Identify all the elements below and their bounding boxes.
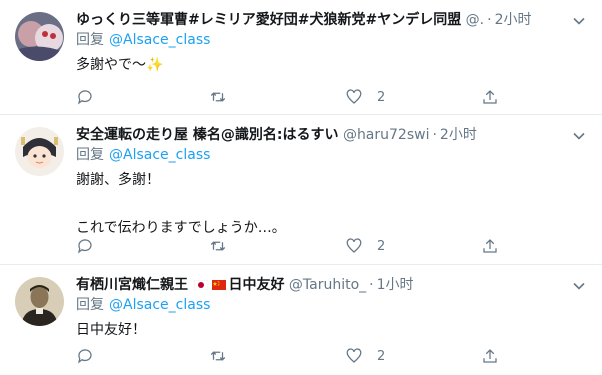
- display-name[interactable]: 有栖川宮熾仁親王: [76, 277, 188, 293]
- tweet-header: 安全運転の走り屋 榛名@識別名:はるすい @haru72swi · 2小时: [76, 127, 477, 143]
- user-handle[interactable]: @haru72swi: [343, 127, 430, 143]
- reply-mention-link[interactable]: @Alsace_class: [109, 32, 210, 48]
- reply-context: 回复 @Alsace_class: [76, 295, 590, 315]
- heart-icon: [346, 238, 362, 253]
- retweet-icon: [210, 92, 226, 102]
- japan-flag-icon: [194, 280, 209, 290]
- display-name[interactable]: ゆっくり三等軍曹#レミリア愛好団#犬狼新党#ヤンデレ同盟: [76, 12, 461, 28]
- heart-icon: [346, 348, 362, 363]
- reply-context: 回复 @Alsace_class: [76, 30, 590, 50]
- tweet-text: 多謝やで～✨: [76, 57, 164, 73]
- retweet-icon: [210, 351, 226, 361]
- reply-label: 回复: [76, 297, 104, 313]
- tweet-text: 日中友好！: [76, 322, 146, 338]
- tweet-actions: 2: [76, 236, 506, 256]
- timestamp[interactable]: 1小时: [377, 277, 414, 293]
- reply-icon: [78, 90, 92, 105]
- display-name-suffix[interactable]: 日中友好: [228, 277, 284, 293]
- reply-mention-link[interactable]: @Alsace_class: [109, 297, 210, 313]
- share-button[interactable]: [481, 87, 499, 107]
- like-button[interactable]: 2: [345, 346, 385, 366]
- share-icon: [483, 349, 497, 363]
- like-count: 2: [377, 348, 386, 364]
- share-button[interactable]: [481, 346, 499, 366]
- reply-context: 回复 @Alsace_class: [76, 145, 590, 165]
- reply-mention-link[interactable]: @Alsace_class: [109, 147, 210, 163]
- like-count: 2: [377, 238, 386, 254]
- reply-button[interactable]: [76, 346, 108, 366]
- tweet-item[interactable]: 有栖川宮熾仁親王 日中友好 @Taruhito_ · 1小时 回复 @Alsace_c…: [0, 265, 602, 375]
- tweet-actions: 2: [76, 346, 506, 366]
- tweet-header: 有栖川宮熾仁親王 日中友好 @Taruhito_ · 1小时: [76, 277, 414, 293]
- user-handle[interactable]: @Taruhito_: [289, 277, 366, 293]
- timestamp[interactable]: 2小时: [440, 127, 477, 143]
- tweet-item[interactable]: 安全運転の走り屋 榛名@識別名:はるすい @haru72swi · 2小时 回复 @A…: [0, 115, 602, 265]
- user-handle[interactable]: @.: [466, 12, 484, 28]
- share-button[interactable]: [481, 236, 499, 256]
- tweet-header: ゆっくり三等軍曹#レミリア愛好団#犬狼新党#ヤンデレ同盟 @. · 2小时: [76, 12, 532, 28]
- tweet-actions: 2: [76, 87, 506, 107]
- tweet-text: 謝謝、多謝！ これで伝わりますでしょうか…。: [76, 172, 286, 236]
- avatar[interactable]: [15, 12, 64, 61]
- reply-icon: [78, 349, 92, 364]
- tweet-item[interactable]: ゆっくり三等軍曹#レミリア愛好団#犬狼新党#ヤンデレ同盟 @. · 2小时 回复 @A…: [0, 0, 602, 115]
- retweet-button[interactable]: [209, 346, 241, 366]
- share-icon: [483, 90, 497, 104]
- avatar[interactable]: [15, 127, 64, 176]
- reply-icon: [78, 239, 92, 254]
- reply-label: 回复: [76, 32, 104, 48]
- like-button[interactable]: 2: [345, 87, 385, 107]
- timestamp[interactable]: 2小时: [495, 12, 532, 28]
- retweet-icon: [210, 241, 226, 251]
- heart-icon: [346, 89, 362, 104]
- avatar[interactable]: [15, 277, 64, 326]
- like-count: 2: [377, 89, 386, 105]
- china-flag-icon: [212, 280, 227, 290]
- retweet-button[interactable]: [209, 236, 241, 256]
- share-icon: [483, 239, 497, 253]
- anime-character-avatar-icon: [15, 12, 64, 61]
- like-button[interactable]: 2: [345, 236, 385, 256]
- reply-label: 回复: [76, 147, 104, 163]
- retweet-button[interactable]: [209, 87, 241, 107]
- historical-portrait-avatar-icon: [15, 277, 64, 326]
- reply-button[interactable]: [76, 236, 108, 256]
- display-name[interactable]: 安全運転の走り屋 榛名@識別名:はるすい: [76, 127, 338, 143]
- anime-girl-avatar-icon: [15, 127, 64, 176]
- reply-button[interactable]: [76, 87, 108, 107]
